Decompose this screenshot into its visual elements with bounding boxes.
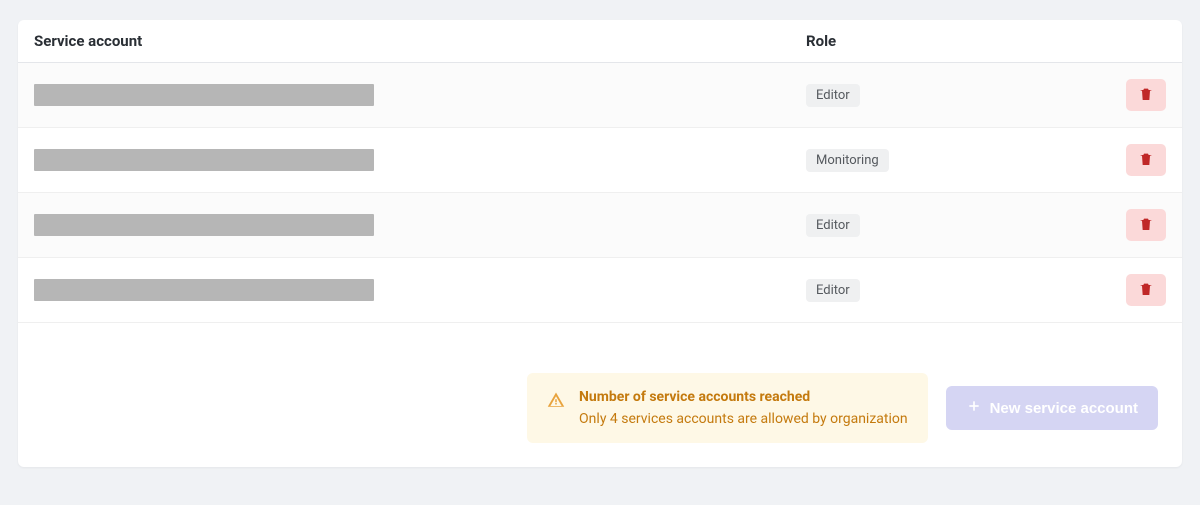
table-row: Monitoring [18, 128, 1182, 193]
service-account-role-cell: Editor [806, 279, 1116, 302]
warning-box: Number of service accounts reached Only … [527, 373, 928, 443]
trash-icon [1138, 151, 1154, 170]
role-badge: Editor [806, 84, 860, 107]
delete-button[interactable] [1126, 144, 1166, 176]
trash-icon [1138, 216, 1154, 235]
plus-icon [966, 398, 982, 418]
service-account-role-cell: Monitoring [806, 149, 1116, 172]
service-account-name-cell [34, 279, 806, 301]
skeleton-placeholder [34, 149, 374, 171]
service-account-name-cell [34, 214, 806, 236]
new-service-account-button[interactable]: New service account [946, 386, 1158, 430]
delete-button[interactable] [1126, 274, 1166, 306]
delete-button[interactable] [1126, 209, 1166, 241]
role-badge: Editor [806, 214, 860, 237]
new-button-label: New service account [990, 400, 1138, 417]
service-account-name-cell [34, 149, 806, 171]
skeleton-placeholder [34, 84, 374, 106]
warning-title: Number of service accounts reached [579, 389, 908, 405]
service-account-actions-cell [1116, 274, 1166, 306]
role-badge: Monitoring [806, 149, 889, 172]
trash-icon [1138, 86, 1154, 105]
delete-button[interactable] [1126, 79, 1166, 111]
skeleton-placeholder [34, 279, 374, 301]
role-badge: Editor [806, 279, 860, 302]
service-accounts-card: Service account Role Editor [18, 20, 1182, 467]
service-account-role-cell: Editor [806, 214, 1116, 237]
trash-icon [1138, 281, 1154, 300]
warning-icon [547, 391, 565, 413]
service-account-role-cell: Editor [806, 84, 1116, 107]
warning-subtitle: Only 4 services accounts are allowed by … [579, 411, 908, 427]
column-header-role: Role [806, 32, 1116, 50]
service-account-actions-cell [1116, 79, 1166, 111]
column-header-name: Service account [34, 32, 806, 50]
service-account-name-cell [34, 84, 806, 106]
table-header: Service account Role [18, 20, 1182, 63]
card-footer: Number of service accounts reached Only … [18, 323, 1182, 467]
table-row: Editor [18, 193, 1182, 258]
service-account-actions-cell [1116, 144, 1166, 176]
table-row: Editor [18, 63, 1182, 128]
service-account-actions-cell [1116, 209, 1166, 241]
table-row: Editor [18, 258, 1182, 323]
skeleton-placeholder [34, 214, 374, 236]
table-body: Editor Monitoring [18, 63, 1182, 323]
warning-content: Number of service accounts reached Only … [579, 389, 908, 427]
